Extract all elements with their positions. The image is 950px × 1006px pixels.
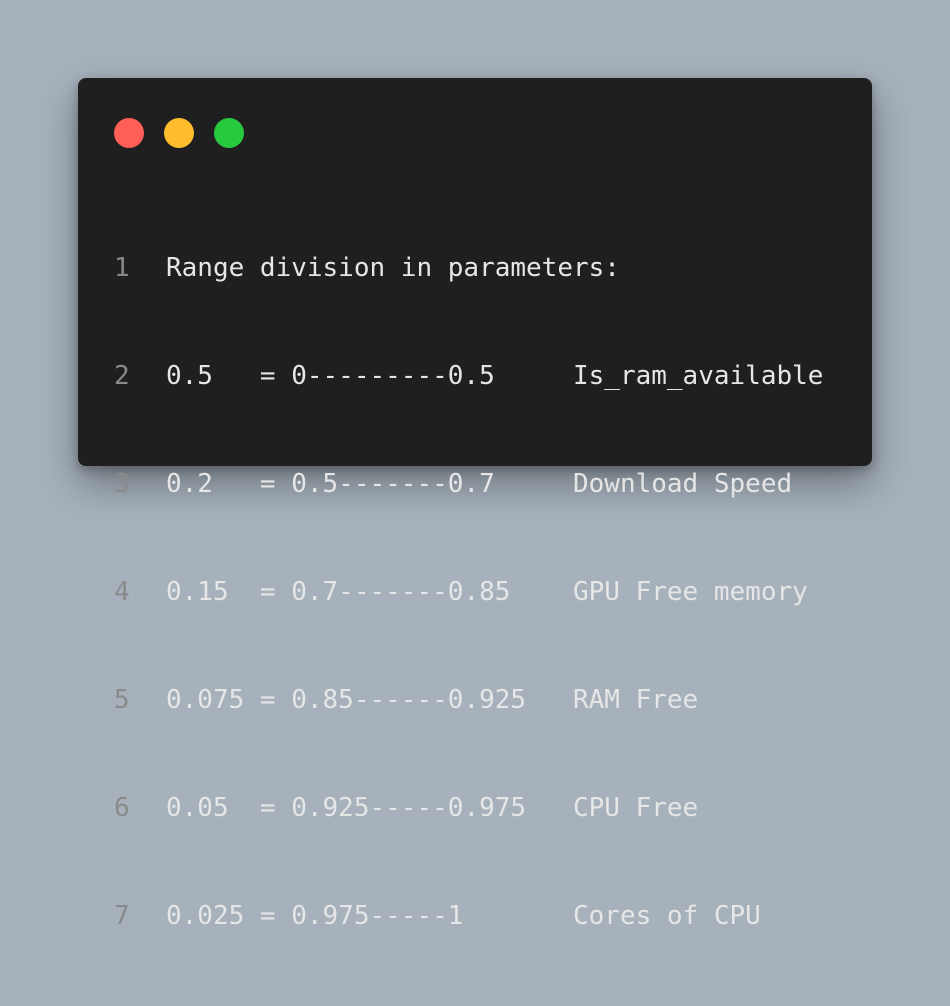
code-line: 7 0.025 = 0.975-----1 Cores of CPU [114, 898, 823, 934]
code-window: 1 Range division in parameters: 2 0.5 = 0-… [78, 78, 872, 931]
line-text: Range division in parameters: [166, 253, 620, 283]
line-text: 0.5 = 0---------0.5 Is_ram_available [166, 361, 824, 391]
minimize-dot-icon [164, 118, 194, 148]
close-dot-icon [114, 118, 144, 148]
code-line: 1 Range division in parameters: [114, 250, 823, 286]
code-line: 4 0.15 = 0.7-------0.85 GPU Free memory [114, 574, 823, 610]
line-text: 0.2 = 0.5-------0.7 Download Speed [166, 469, 793, 499]
line-text: 0.05 = 0.925-----0.975 CPU Free [166, 793, 699, 823]
line-number: 6 [114, 793, 130, 823]
line-number: 2 [114, 361, 130, 391]
line-number: 1 [114, 253, 130, 283]
code-line: 5 0.075 = 0.85------0.925 RAM Free [114, 682, 823, 718]
code-line: 6 0.05 = 0.925-----0.975 CPU Free [114, 790, 823, 826]
line-number: 3 [114, 469, 130, 499]
line-text: 0.075 = 0.85------0.925 RAM Free [166, 685, 699, 715]
line-text: 0.025 = 0.975-----1 Cores of CPU [166, 901, 761, 931]
line-text: 0.15 = 0.7-------0.85 GPU Free memory [166, 577, 808, 607]
line-number: 4 [114, 577, 130, 607]
code-line: 3 0.2 = 0.5-------0.7 Download Speed [114, 466, 823, 502]
maximize-dot-icon [214, 118, 244, 148]
code-line: 2 0.5 = 0---------0.5 Is_ram_available [114, 358, 823, 394]
code-block: 1 Range division in parameters: 2 0.5 = 0-… [114, 178, 823, 1006]
line-number: 7 [114, 901, 130, 931]
line-number: 5 [114, 685, 130, 715]
